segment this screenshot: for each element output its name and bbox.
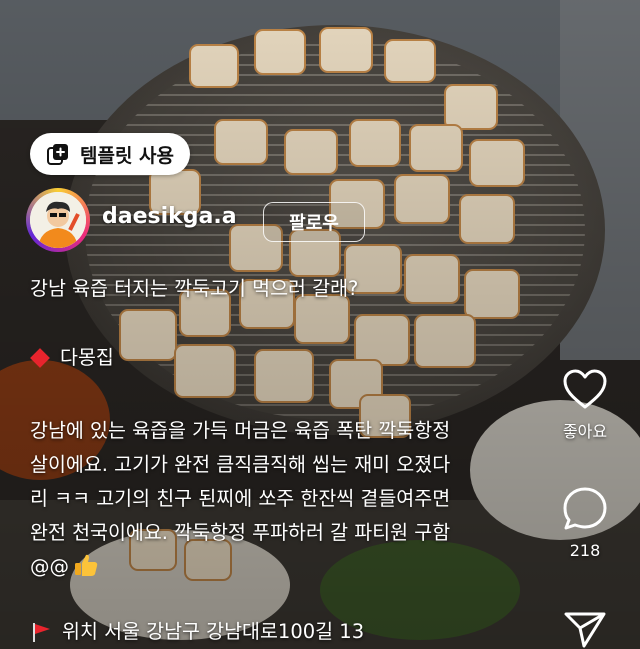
follow-label: 팔로우 bbox=[289, 213, 339, 234]
caption-line: 강남에 있는 육즙을 가득 머금은 육즙 폭탄 깍둑항정 bbox=[30, 419, 451, 442]
comment-bubble-icon[interactable] bbox=[561, 485, 609, 533]
send-paper-plane-icon[interactable] bbox=[562, 608, 608, 648]
comment-count: 218 bbox=[569, 541, 601, 560]
place-name: 다몽집 bbox=[60, 346, 114, 369]
comment-action[interactable]: 218 bbox=[530, 485, 640, 560]
caption-place: 다몽집 bbox=[30, 341, 114, 375]
author-username[interactable]: daesikga.a bbox=[102, 204, 237, 229]
avatar-image bbox=[30, 192, 86, 248]
follow-button[interactable]: 팔로우 bbox=[263, 202, 365, 242]
author-row: daesikga.a 팔로우 bbox=[26, 188, 386, 254]
caption-line: 리 ㅋㅋ 고기의 친구 된찌에 쏘주 한잔씩 곁들여주면 bbox=[30, 487, 451, 510]
heart-icon[interactable] bbox=[562, 368, 608, 410]
caption-line-last: @@ bbox=[30, 550, 520, 584]
avatar[interactable] bbox=[26, 188, 90, 252]
thumbs-up-icon bbox=[75, 554, 98, 576]
use-template-label: 템플릿 사용 bbox=[80, 144, 175, 167]
caption-location: 위치 서울 강남구 강남대로100길 13 bbox=[30, 615, 364, 649]
caption-title: 강남 육즙 터지는 깍둑고기 먹으러 갈래? bbox=[30, 277, 359, 300]
like-label: 좋아요 bbox=[562, 422, 608, 441]
caption-line: @@ bbox=[30, 555, 69, 578]
share-action[interactable] bbox=[530, 608, 640, 648]
template-add-icon bbox=[47, 144, 68, 165]
use-template-button[interactable]: 템플릿 사용 bbox=[30, 133, 190, 175]
caption-body[interactable]: 강남에 있는 육즙을 가득 머금은 육즙 폭탄 깍둑항정 살이에요. 고기가 완… bbox=[30, 414, 520, 584]
avatar-illustration bbox=[30, 192, 86, 248]
location-text: 위치 서울 강남구 강남대로100길 13 bbox=[62, 620, 365, 643]
caption-line: 살이에요. 고기가 완전 큼직큼직해 씹는 재미 오졌다 bbox=[30, 453, 451, 476]
caption-line: 완전 천국이에요. 깍둑항정 푸파하러 갈 파티원 구함 bbox=[30, 521, 451, 544]
red-diamond-icon bbox=[30, 348, 50, 368]
like-action[interactable]: 좋아요 bbox=[530, 368, 640, 442]
